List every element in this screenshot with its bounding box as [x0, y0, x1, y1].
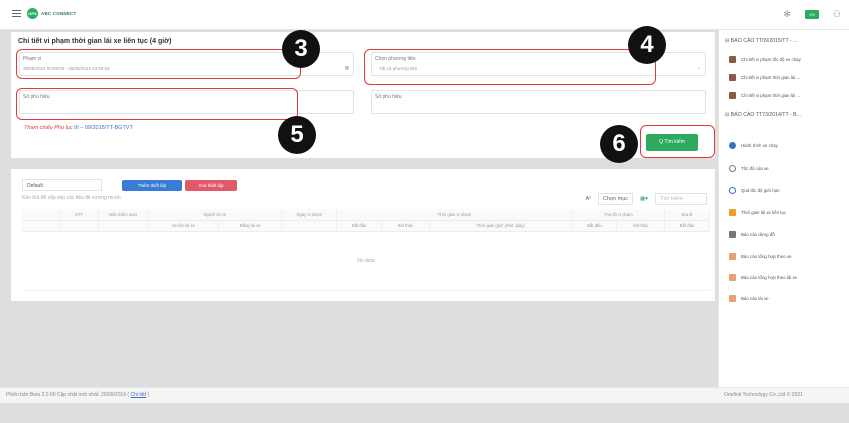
chevron-down-icon: ⌄	[697, 65, 701, 70]
report-item[interactable]: Chi tiết vi phạm thời gian lái ...	[729, 74, 800, 81]
th-driver[interactable]: Người lái xe	[148, 209, 283, 221]
save-preset-button[interactable]: Thêm thiết lập	[122, 180, 182, 191]
report-item-label: Báo cáo lái xe	[741, 296, 769, 301]
th-duration[interactable]: Thời gian (giờ: phút: giây)	[429, 220, 573, 232]
annotation-3: 3	[282, 30, 320, 68]
annotation-box-5	[16, 88, 298, 120]
th-license[interactable]: Bằng lái xe	[218, 220, 283, 232]
annotation-5: 5	[278, 116, 316, 154]
table-tools: A² Chọn mục ▦▾ Tìm kiếm	[585, 193, 707, 205]
language-flag-icon[interactable]: VN	[804, 10, 819, 19]
th-end[interactable]: Kết thúc	[381, 220, 430, 232]
report-item-label: Báo cáo tổng hợp theo lái xe	[741, 275, 798, 280]
report-item-label: Tốc độ của xe	[741, 166, 769, 171]
report-icon	[729, 74, 736, 81]
version-text: Phiên bản Beta 2.0.00 Cập nhật mới nhất:…	[6, 392, 127, 398]
grid-icon[interactable]: ▦▾	[640, 196, 648, 202]
report-item-label: Báo cáo tổng hợp theo xe	[741, 254, 792, 259]
report-item[interactable]: Báo cáo dừng đỗ	[729, 231, 775, 238]
report-item[interactable]: Tốc độ của xe	[729, 165, 769, 172]
report-item[interactable]: Chi tiết vi phạm thời gian lái ...	[729, 92, 800, 99]
user-icon[interactable]: ⚇	[833, 9, 841, 20]
report-item-label: Thời gian lái xe liên tục	[741, 210, 787, 215]
annotation-box-6	[640, 125, 715, 158]
th-stt[interactable]: STT	[60, 209, 99, 221]
reference-prefix: Tham chiếu Phụ lục	[24, 125, 73, 131]
version-info: Phiên bản Beta 2.0.00 Cập nhật mới nhất:…	[6, 392, 150, 398]
preset-input[interactable]: Default	[22, 179, 102, 191]
route-icon	[729, 142, 736, 149]
font-size-icon[interactable]: A²	[585, 196, 591, 202]
top-bar: GPS ABC CONNECT ✻ VN ⚇	[0, 0, 849, 30]
annotation-4: 4	[628, 26, 666, 64]
detail-link[interactable]: Chi tiết	[131, 392, 147, 398]
th-date[interactable]: Ngày vi phạm	[281, 209, 338, 221]
results-table: STT Biển kiểm soát Người lái xe Ngày vi …	[22, 209, 710, 232]
annotation-6: 6	[600, 125, 638, 163]
report-item[interactable]: Báo cáo tổng hợp theo lái xe	[729, 274, 797, 281]
report-item[interactable]: Quá tốc độ giới hạn	[729, 187, 780, 194]
th-loc-start[interactable]: Bắt đầu	[664, 220, 710, 232]
th-plate[interactable]: Biển kiểm soát	[98, 209, 149, 221]
report-item[interactable]: Báo cáo lái xe	[729, 295, 769, 302]
settings-icon[interactable]: ✻	[783, 9, 791, 20]
overspeed-icon	[729, 187, 736, 194]
th-blank	[22, 209, 61, 221]
results-card: Default Thêm thiết lập Xóa thiết lập Kéo…	[11, 169, 715, 301]
report-item-label: Chi tiết vi phạm thời gian lái ...	[741, 93, 801, 98]
timer-icon	[729, 209, 736, 216]
empty-state: No data	[22, 231, 710, 291]
delete-preset-button[interactable]: Xóa thiết lập	[185, 180, 237, 191]
report-item[interactable]: Thời gian lái xe liên tục	[729, 209, 786, 216]
section-tt09-label: BÁO CÁO TT09/2015/TT - ...	[730, 38, 798, 44]
report-item-label: Hành trình xe chạy	[741, 143, 778, 148]
logo-text: ABC CONNECT	[41, 11, 77, 16]
search-input[interactable]: Tìm kiếm	[655, 193, 707, 205]
page-title: Chi tiết vi phạm thời gian lái xe liên t…	[18, 38, 172, 45]
th-coord-end[interactable]: Kết thúc	[616, 220, 666, 232]
top-icons: ✻ VN ⚇	[783, 9, 841, 20]
stop-icon	[729, 231, 736, 238]
calendar-icon[interactable]: ▦	[345, 65, 349, 71]
annotation-box-4	[364, 49, 656, 85]
table-header-row: STT Biển kiểm soát Người lái xe Ngày vi …	[22, 209, 710, 221]
report-item[interactable]: Báo cáo tổng hợp theo xe	[729, 253, 791, 260]
th-coord-start[interactable]: Bắt đầu	[572, 220, 618, 232]
section-tt09[interactable]: ⊟ BÁO CÁO TT09/2015/TT - ...	[725, 38, 798, 44]
report-icon	[729, 92, 736, 99]
report-item-label: Báo cáo dừng đỗ	[741, 232, 775, 237]
section-tt73-label: BÁO CÁO TT73/2014/TT - B...	[730, 112, 801, 118]
footer: Phiên bản Beta 2.0.00 Cập nhật mới nhất:…	[0, 387, 849, 403]
driver-icon	[729, 295, 736, 302]
th-driver-name[interactable]: Họ tên lái xe	[148, 220, 220, 232]
summary-icon	[729, 253, 736, 260]
copyright: Onefink Technology Co.,Ltd © 2021	[724, 392, 803, 398]
table-subheader-row: Họ tên lái xe Bằng lái xe Bắt đầu Kết th…	[22, 220, 710, 232]
logo-badge: GPS	[27, 8, 38, 19]
annotation-box-3	[16, 49, 301, 79]
report-sidebar: ⊟ BÁO CÁO TT09/2015/TT - ... Chi tiết vi…	[718, 30, 849, 387]
report-item-label: Chi tiết vi phạm thời gian lái ...	[741, 75, 801, 80]
reference-link[interactable]: III – 09/2015/TT-BGTVT	[74, 125, 133, 131]
choose-columns[interactable]: Chọn mục	[597, 193, 634, 205]
summary-icon	[729, 274, 736, 281]
report-item[interactable]: Hành trình xe chạy	[729, 142, 778, 149]
badge-field[interactable]: Số phù hiệu	[371, 90, 706, 114]
th-start[interactable]: Bắt đầu	[336, 220, 383, 232]
report-item-label: Chi tiết vi phạm tốc độ xe chạy	[741, 57, 801, 62]
speed-icon	[729, 165, 736, 172]
badge-label: Số phù hiệu	[375, 94, 402, 100]
report-icon	[729, 56, 736, 63]
drag-hint: Kéo thả để sắp xếp các tiêu đề xương muố…	[22, 195, 121, 201]
menu-icon[interactable]	[12, 10, 21, 17]
report-item-label: Quá tốc độ giới hạn	[741, 188, 780, 193]
th-coords[interactable]: Tọa độ vi phạm	[572, 209, 666, 221]
th-location[interactable]: Địa đi	[664, 209, 710, 221]
report-item[interactable]: Chi tiết vi phạm tốc độ xe chạy	[729, 56, 801, 63]
app-logo[interactable]: GPS ABC CONNECT	[27, 8, 76, 19]
section-tt73[interactable]: ⊟ BÁO CÁO TT73/2014/TT - B...	[725, 112, 801, 118]
th-time[interactable]: Thời gian vi phạm	[336, 209, 573, 221]
reference-note: Tham chiếu Phụ lục III – 09/2015/TT-BGTV…	[24, 125, 133, 131]
